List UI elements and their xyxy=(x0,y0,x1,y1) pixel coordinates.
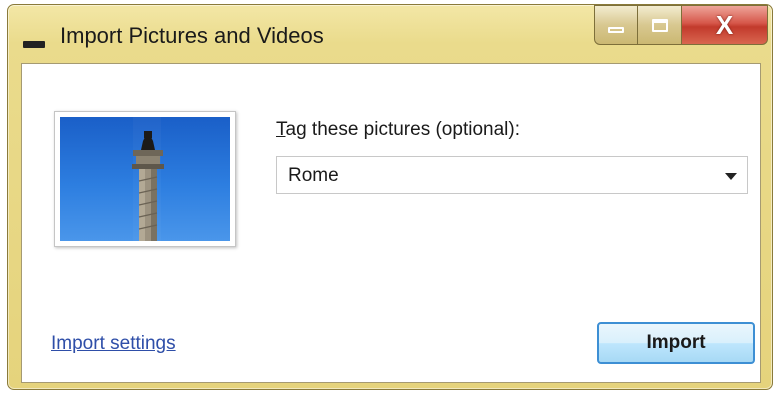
dialog-window: Import Pictures and Videos X Tag these p… xyxy=(7,4,773,390)
import-settings-link[interactable]: Import settings xyxy=(51,333,176,355)
tag-label-accelerator: T xyxy=(276,119,286,140)
chevron-down-icon[interactable] xyxy=(725,173,737,180)
close-button[interactable]: X xyxy=(682,5,768,45)
maximize-button[interactable] xyxy=(638,5,682,45)
tag-label-text: ag these pictures (optional): xyxy=(285,119,520,140)
dialog-content: Tag these pictures (optional): Rome Impo… xyxy=(21,63,761,383)
close-icon: X xyxy=(715,10,734,40)
import-button[interactable]: Import xyxy=(597,322,755,364)
caption-buttons: X xyxy=(594,5,768,49)
tag-combobox[interactable]: Rome xyxy=(276,156,748,194)
minimize-button[interactable] xyxy=(594,5,638,45)
maximize-icon xyxy=(651,18,668,32)
photo-thumbnail xyxy=(54,111,236,247)
window-title: Import Pictures and Videos xyxy=(60,23,324,48)
minimize-icon xyxy=(608,27,624,33)
column-photo xyxy=(60,117,230,241)
title-bar[interactable]: Import Pictures and Videos X xyxy=(8,5,772,61)
column-monument-image xyxy=(132,131,164,241)
tag-input-value[interactable]: Rome xyxy=(288,165,339,187)
app-icon xyxy=(23,41,45,48)
tag-label: Tag these pictures (optional): xyxy=(276,119,520,141)
